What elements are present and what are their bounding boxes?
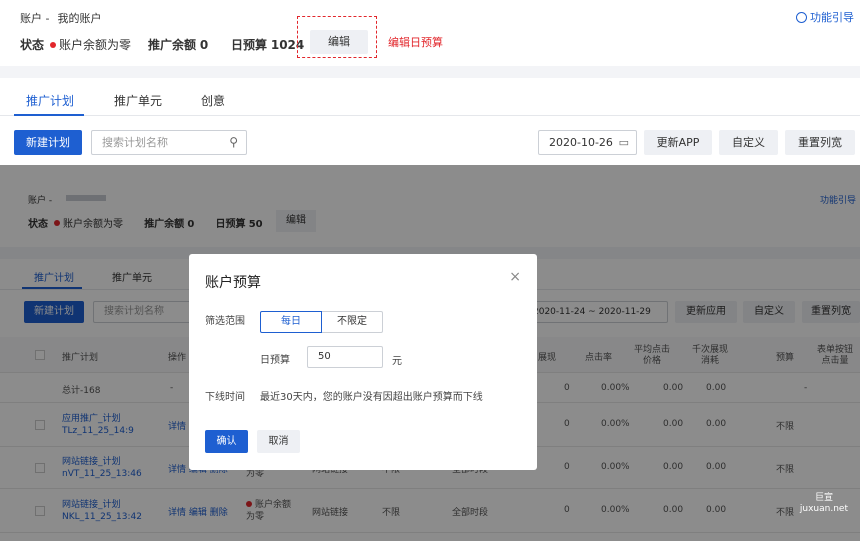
confirm-button[interactable]: 确认 xyxy=(205,430,248,453)
budget: 日预算 1024 xyxy=(231,36,304,53)
info-icon xyxy=(796,11,807,23)
date-value: 2020-10-26 xyxy=(549,136,613,149)
tab-units[interactable]: 推广单元 xyxy=(114,92,162,109)
calendar-icon: ▭ xyxy=(618,136,629,149)
top-panel: 账户 - 我的账户 功能引导 状态 账户余额为零 推广余额 0 日预算 1024 编… xyxy=(0,0,860,165)
watermark-line2: juxuan.net xyxy=(799,504,848,514)
status-label: 状态 xyxy=(20,38,45,52)
help-link[interactable]: 功能引导 xyxy=(796,9,854,25)
status-dot-icon xyxy=(50,41,57,48)
daily-budget-input[interactable]: 50 xyxy=(307,346,383,368)
update-app-button[interactable]: 更新APP xyxy=(644,130,712,155)
status-row: 状态 账户余额为零 xyxy=(20,36,131,53)
tab-creatives[interactable]: 创意 xyxy=(201,92,225,109)
account-row: 账户 - 我的账户 xyxy=(20,10,101,26)
divider xyxy=(0,66,860,78)
date-picker[interactable]: 2020-10-26 ▭ xyxy=(538,130,637,155)
watermark-line1: 巨宣 xyxy=(814,493,833,503)
offline-text: 最近30天内，您的账户没有因超出账户预算而下线 xyxy=(260,392,483,403)
active-tab-indicator xyxy=(14,114,84,116)
budget-modal: 账户预算 × 筛选范围 每日 不限定 日预算 50 元 下线时间 最近30天内，… xyxy=(189,254,537,470)
budget-label: 日预算 xyxy=(231,38,268,52)
account-label: 账户 - xyxy=(20,12,50,25)
search-icon: ⚲ xyxy=(229,135,238,149)
account-name: 我的账户 xyxy=(57,12,102,25)
modal-title: 账户预算 xyxy=(205,275,261,291)
edit-budget-button[interactable]: 编辑 xyxy=(310,30,368,54)
cancel-button[interactable]: 取消 xyxy=(257,430,300,453)
close-icon[interactable]: × xyxy=(509,269,521,285)
seg-unlimited[interactable]: 不限定 xyxy=(322,311,383,333)
search-input[interactable]: 搜索计划名称 ⚲ xyxy=(91,130,247,155)
status-value: 账户余额为零 xyxy=(59,38,132,52)
seg-daily[interactable]: 每日 xyxy=(260,311,322,333)
watermark: 巨宣 juxuan.net xyxy=(800,493,848,515)
balance: 推广余额 0 xyxy=(148,36,208,53)
tab-plans[interactable]: 推广计划 xyxy=(26,92,74,109)
filter-label: 筛选范围 xyxy=(205,316,245,327)
offline-label: 下线时间 xyxy=(205,392,245,403)
balance-label: 推广余额 xyxy=(148,38,197,52)
search-placeholder: 搜索计划名称 xyxy=(102,136,168,149)
customize-button[interactable]: 自定义 xyxy=(719,130,778,155)
balance-value: 0 xyxy=(199,38,209,52)
help-label: 功能引导 xyxy=(810,11,854,24)
daily-budget-label: 日预算 xyxy=(260,355,290,366)
new-plan-button[interactable]: 新建计划 xyxy=(14,130,82,155)
tab-bar: 推广计划 推广单元 创意 xyxy=(0,86,860,116)
reset-columns-button[interactable]: 重置列宽 xyxy=(785,130,855,155)
annotation-label: 编辑日预算 xyxy=(388,36,443,49)
unit-label: 元 xyxy=(392,356,402,367)
